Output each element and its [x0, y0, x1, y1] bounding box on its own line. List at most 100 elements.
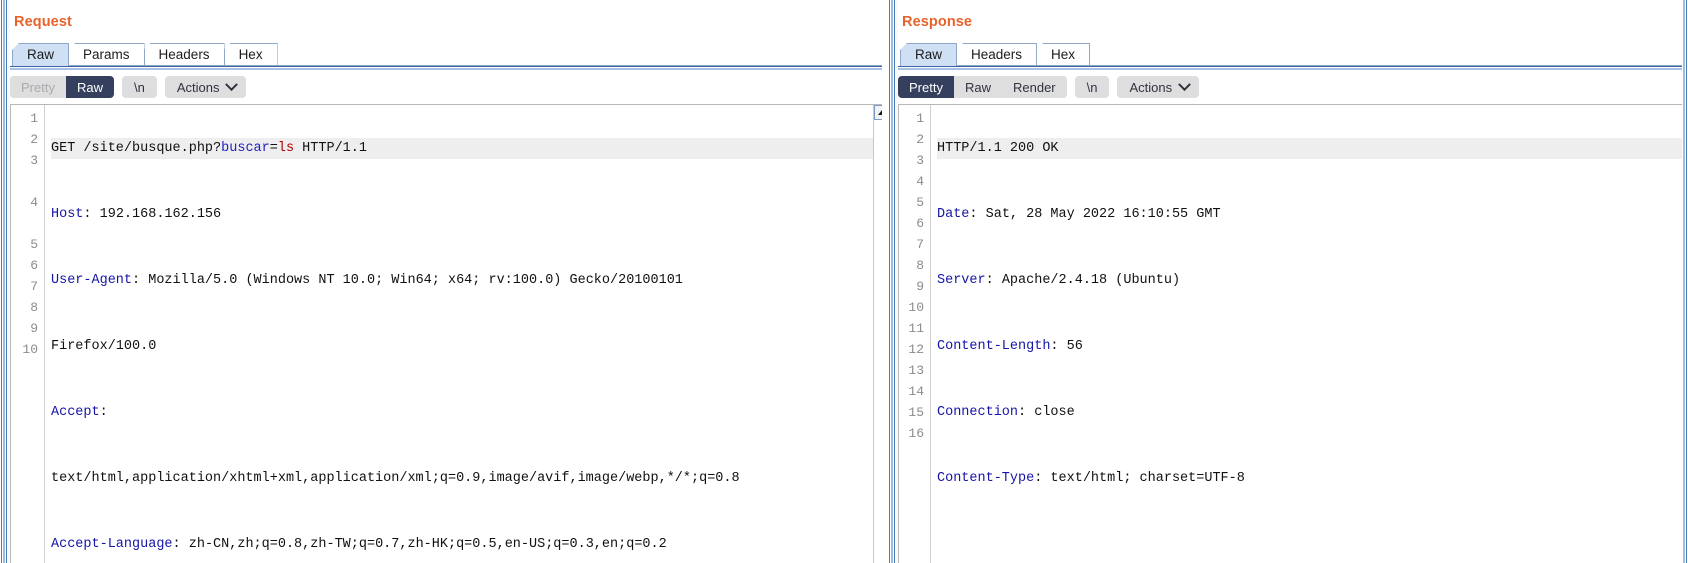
- response-status-line: HTTP/1.1 200 OK: [937, 141, 1059, 156]
- request-tab-params-label: Params: [83, 47, 130, 62]
- request-line-number: 7: [30, 279, 38, 294]
- request-editor[interactable]: 1 2 3 4 5 6 7 8 9 10 GET /site/busque.ph…: [10, 104, 888, 563]
- request-tabs-separator: [10, 66, 888, 70]
- request-tab-raw-label: Raw: [27, 47, 55, 62]
- response-line-1: HTTP/1.1 200 OK: [937, 138, 1688, 159]
- response-render-button[interactable]: Render: [1001, 76, 1067, 98]
- response-header-value: Apache/2.4.18 (Ubuntu): [993, 273, 1181, 288]
- request-line-number-gutter: 1 2 3 4 5 6 7 8 9 10: [11, 105, 45, 563]
- response-header-name: Server: [937, 273, 986, 288]
- request-raw-label: Raw: [76, 79, 103, 95]
- response-tabstrip: Raw Headers Hex: [888, 42, 1688, 66]
- response-line-2: Date: Sat, 28 May 2022 16:10:55 GMT: [937, 207, 1221, 222]
- response-line-number: 2: [916, 132, 924, 147]
- response-header-value: text/html; charset=UTF-8: [1042, 471, 1245, 486]
- request-view-mode-group: Pretty Raw: [10, 76, 114, 98]
- response-tab-raw[interactable]: Raw: [900, 43, 958, 66]
- response-panel-title: Response: [902, 14, 973, 30]
- response-panel: Response Raw Headers Hex Pretty Raw Rend…: [888, 0, 1688, 563]
- request-header-name: Accept-Language: [51, 537, 173, 552]
- request-toolbar: Pretty Raw \n Actions: [0, 70, 888, 104]
- response-tabs-separator: [898, 66, 1688, 70]
- response-tab-hex[interactable]: Hex: [1036, 43, 1091, 66]
- request-header-name: Accept: [51, 405, 100, 420]
- request-line-number: 1: [30, 111, 38, 126]
- response-actions-button[interactable]: Actions: [1117, 76, 1200, 98]
- response-line-number: 1: [916, 111, 924, 126]
- response-toolbar: Pretty Raw Render \n Actions: [888, 70, 1688, 104]
- response-newline-button[interactable]: \n: [1074, 76, 1110, 98]
- request-tabstrip: Raw Params Headers Hex: [0, 42, 888, 66]
- request-line-number: 10: [22, 342, 38, 357]
- request-line-1: GET /site/busque.php?buscar=ls HTTP/1.1: [51, 138, 888, 159]
- response-line-number: 14: [908, 384, 924, 399]
- response-line-4: Content-Length: 56: [937, 339, 1083, 354]
- request-http-version: HTTP/1.1: [294, 141, 367, 156]
- response-line-number: 4: [916, 174, 924, 189]
- response-tab-headers[interactable]: Headers: [956, 43, 1038, 66]
- request-line-number: 3: [30, 153, 38, 168]
- response-line-number: 3: [916, 153, 924, 168]
- request-line-number: 2: [30, 132, 38, 147]
- request-actions-button[interactable]: Actions: [164, 76, 247, 98]
- request-line-5: Accept-Language: zh-CN,zh;q=0.8,zh-TW;q=…: [51, 537, 667, 552]
- request-line-4-wrap: text/html,application/xhtml+xml,applicat…: [51, 468, 888, 489]
- burp-repeater-window: Request Raw Params Headers Hex Pretty Ra…: [0, 0, 1688, 563]
- response-header-name: Date: [937, 207, 970, 222]
- response-line-5: Connection: close: [937, 405, 1075, 420]
- request-line-number: [11, 213, 44, 234]
- response-editor[interactable]: 1 2 3 4 5 6 7 8 9 10 11 12 13 14 15 16 H…: [898, 104, 1688, 563]
- response-header-name: Content-Length: [937, 339, 1051, 354]
- request-param-equals: =: [269, 141, 278, 156]
- request-line-2: Host: 192.168.162.156: [51, 207, 222, 222]
- request-raw-button[interactable]: Raw: [65, 76, 114, 98]
- response-tab-raw-label: Raw: [915, 47, 943, 62]
- response-header-name: Connection: [937, 405, 1019, 420]
- request-code-area[interactable]: GET /site/busque.php?buscar=ls HTTP/1.1 …: [45, 105, 888, 563]
- request-tab-hex-label: Hex: [238, 47, 263, 62]
- request-newline-button[interactable]: \n: [121, 76, 157, 98]
- response-line-number: 8: [916, 258, 924, 273]
- response-newline-label: \n: [1086, 79, 1098, 95]
- request-method-path: GET /site/busque.php?: [51, 141, 222, 156]
- response-line-6: Content-Type: text/html; charset=UTF-8: [937, 471, 1245, 486]
- request-line-number: 4: [30, 195, 38, 210]
- request-tab-raw[interactable]: Raw: [12, 43, 70, 66]
- response-line-number: 16: [908, 426, 924, 441]
- request-pretty-button[interactable]: Pretty: [10, 76, 66, 98]
- response-header-name: Content-Type: [937, 471, 1035, 486]
- response-actions-label: Actions: [1129, 79, 1173, 95]
- chevron-down-icon: [225, 77, 239, 91]
- request-header-name: User-Agent: [51, 273, 133, 288]
- request-tab-hex[interactable]: Hex: [223, 43, 278, 66]
- request-tab-headers[interactable]: Headers: [143, 43, 225, 66]
- response-line-number-gutter: 1 2 3 4 5 6 7 8 9 10 11 12 13 14 15 16: [899, 105, 931, 563]
- response-line-number: 10: [908, 300, 924, 315]
- request-param-value: ls: [277, 141, 295, 156]
- request-param-name: buscar: [221, 141, 270, 156]
- request-header-value-continued: text/html,application/xhtml+xml,applicat…: [51, 471, 740, 486]
- response-view-mode-group: Pretty Raw Render: [898, 76, 1067, 98]
- response-header-value: 56: [1058, 339, 1083, 354]
- request-header-value: zh-CN,zh;q=0.8,zh-TW;q=0.7,zh-HK;q=0.5,e…: [180, 537, 667, 552]
- response-line-number: 6: [916, 216, 924, 231]
- request-line-number: 5: [30, 237, 38, 252]
- response-render-label: Render: [1012, 79, 1056, 95]
- response-pretty-button[interactable]: Pretty: [898, 76, 954, 98]
- response-tab-headers-label: Headers: [971, 47, 1023, 62]
- request-line-number: 6: [30, 258, 38, 273]
- request-pretty-label: Pretty: [21, 79, 55, 95]
- request-header-value-continued: Firefox/100.0: [51, 339, 157, 354]
- response-code-area[interactable]: HTTP/1.1 200 OK Date: Sat, 28 May 2022 1…: [931, 105, 1688, 563]
- request-line-number: [11, 171, 44, 192]
- request-tab-params[interactable]: Params: [68, 43, 145, 66]
- request-line-4: Accept:: [51, 405, 108, 420]
- response-tab-hex-label: Hex: [1051, 47, 1076, 62]
- response-header-value: close: [1026, 405, 1075, 420]
- response-line-3: Server: Apache/2.4.18 (Ubuntu): [937, 273, 1181, 288]
- response-line-number: 13: [908, 363, 924, 378]
- request-line-number: 9: [30, 321, 38, 336]
- response-line-number: 15: [908, 405, 924, 420]
- response-raw-label: Raw: [964, 79, 991, 95]
- response-raw-button[interactable]: Raw: [953, 76, 1002, 98]
